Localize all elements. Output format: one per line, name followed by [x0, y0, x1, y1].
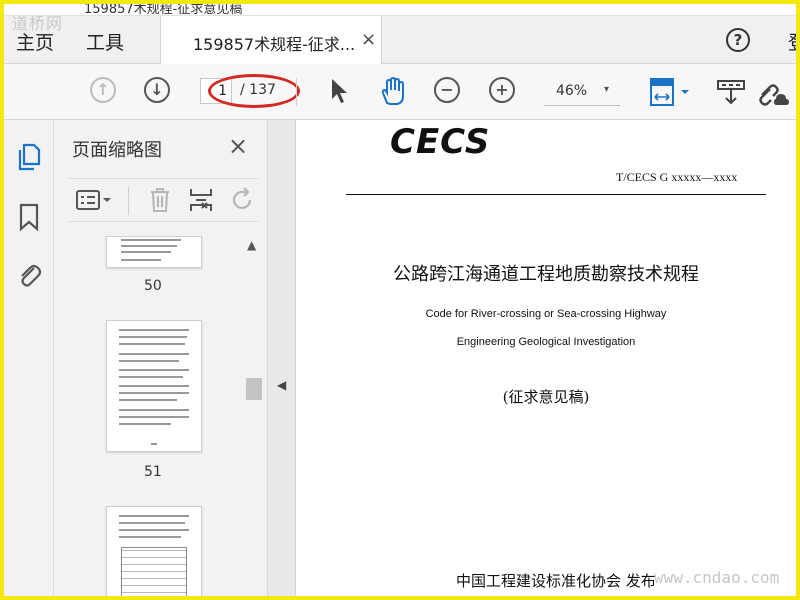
title-strip: 159857术规程-征求意见稿	[4, 4, 796, 17]
header-rule	[346, 194, 766, 195]
zoom-value: 46%	[556, 83, 588, 99]
rotate-page-icon[interactable]	[230, 187, 256, 213]
fit-width-icon[interactable]	[648, 77, 694, 109]
document-title: 公路跨江海通道工程地质勘察技术规程	[393, 264, 699, 285]
scrollbar-thumb[interactable]	[246, 378, 262, 400]
thumbnail-page-number: 50	[144, 278, 162, 294]
cecs-logo: CECS	[390, 122, 491, 162]
page-thumbnails-icon[interactable]	[16, 142, 42, 172]
watermark-logo-top: 道桥网	[12, 14, 64, 33]
panel-collapse-strip[interactable]: ◀	[268, 120, 296, 596]
publisher: 中国工程建设标准化协会 发布	[456, 572, 656, 590]
thumbnail-options-icon[interactable]	[76, 189, 112, 211]
tab-document-label: 159857术规程-征求...	[193, 35, 356, 54]
menu-tools[interactable]: 工具	[86, 28, 124, 55]
thumbnail-page[interactable]	[106, 236, 202, 268]
select-arrow-icon[interactable]	[328, 77, 350, 105]
document-page: CECS T/CECS G xxxxx—xxxx 公路跨江海通道工程地质勘察技术…	[296, 120, 796, 596]
zoom-out-icon[interactable]: −	[434, 77, 460, 103]
toolbar: ↑ ↓ 1 / 137 − + 46% ▾	[4, 64, 796, 120]
tab-document[interactable]: 159857术规程-征求... ×	[160, 16, 382, 64]
thumbnail-page-number: 51	[144, 464, 162, 480]
thumbnail-page[interactable]	[106, 506, 202, 596]
side-rail	[4, 120, 54, 596]
tab-close-icon[interactable]: ×	[361, 29, 376, 50]
tools-divider	[128, 187, 129, 215]
delete-page-icon[interactable]	[148, 187, 172, 213]
previous-page-icon[interactable]: ↑	[90, 77, 116, 103]
thumbnail-scrollbar[interactable]: ▲	[244, 236, 262, 596]
chevron-down-icon: ▾	[604, 84, 610, 95]
share-link-icon[interactable]	[756, 77, 790, 107]
thumbnail-tools	[68, 178, 258, 222]
app-window: 159857术规程-征求意见稿 道桥网 主页 工具 159857术规程-征求..…	[4, 4, 796, 596]
standard-number: T/CECS G xxxxx—xxxx	[616, 170, 738, 184]
highlight-ellipse	[208, 74, 300, 108]
watermark-url: www.cndao.com	[654, 568, 780, 587]
help-icon[interactable]: ?	[726, 28, 750, 52]
bookmark-icon[interactable]	[16, 202, 42, 232]
hand-tool-icon[interactable]	[378, 77, 408, 107]
read-mode-icon[interactable]	[716, 77, 746, 107]
toolbar-divider	[296, 78, 297, 106]
close-icon[interactable]: ×	[228, 132, 248, 160]
tab-bar: 主页 工具 159857术规程-征求... × ? 登	[4, 16, 796, 64]
thumbnail-panel: 页面缩略图 × 50 51 ▲	[54, 120, 268, 596]
thumbnail-page[interactable]	[106, 320, 202, 452]
insert-page-icon[interactable]	[188, 187, 214, 213]
attachment-icon[interactable]	[16, 260, 42, 290]
login-button[interactable]: 登	[788, 28, 796, 55]
english-title-line1: Code for River-crossing or Sea-crossing …	[425, 308, 667, 320]
draft-status: (征求意见稿)	[502, 388, 590, 406]
panel-title: 页面缩略图	[72, 140, 162, 161]
chevron-up-icon[interactable]: ▲	[247, 238, 256, 252]
zoom-select[interactable]: 46% ▾	[544, 78, 620, 106]
thumbnail-list: 50 51	[54, 236, 244, 596]
english-title-line2: Engineering Geological Investigation	[456, 336, 636, 348]
zoom-in-icon[interactable]: +	[489, 77, 515, 103]
collapse-arrow-icon[interactable]: ◀	[277, 378, 286, 392]
next-page-icon[interactable]: ↓	[144, 77, 170, 103]
